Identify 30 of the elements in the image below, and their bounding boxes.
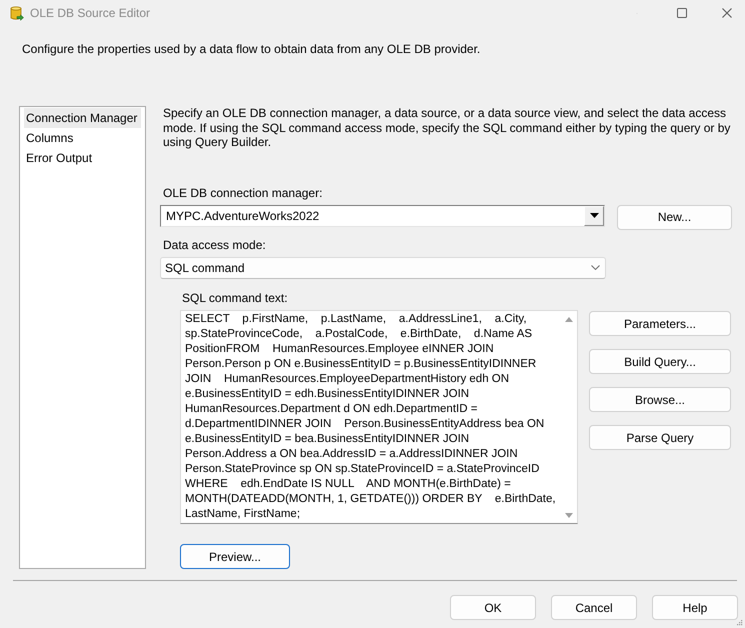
parse-query-button[interactable]: Parse Query [589, 425, 731, 450]
sidebar-item[interactable]: Columns [24, 128, 141, 148]
resize-grip-icon[interactable] [737, 620, 743, 626]
maximize-icon[interactable] [677, 8, 687, 18]
sidebar-item[interactable]: Error Output [24, 148, 141, 168]
description-text: Configure the properties used by a data flow to obtain data from any OLE DB provider. [22, 42, 482, 56]
sql-command-field[interactable]: SELECT p.FirstName, p.LastName, a.AddressLine1, a.City, sp.StateProvinceCode, a.PostalCode, e.BirthDate, d.Name AS PositionFROM HumanResources.Employee eINNER JOIN Person.Person p ON e.BusinessEntityID = p.BusinessEntityIDINNER JOIN HumanResources.EmployeeDepartmentHistory edh ON e.BusinessEntityID = edh.BusinessEntityIDINNER JOIN HumanResources.Department d ON edh.DepartmentID = d.DepartmentIDINNER JOIN Person.BusinessEntityAddress bea ON e.BusinessEntityID = bea.BusinessEntityIDINNER JOIN Person.Address a ON bea.AddressID = a.AddressIDINNER JOIN Person.StateProvince sp ON sp.StateProvinceID = a.StateProvinceID WHERE edh.EndDate IS NULL AND MONTH(e.BirthDate) = MONTH(DATEADD(MONTH, 1, GETDATE())) ORDER BY e.BirthDate, LastName, FirstName; [180, 310, 578, 524]
close-icon[interactable] [722, 8, 732, 18]
ok-button[interactable]: OK [450, 595, 536, 620]
browse-button[interactable]: Browse... [589, 387, 731, 412]
build-query-button[interactable]: Build Query... [589, 349, 731, 374]
caret-icon [590, 213, 598, 218]
field-label: Data access mode: [163, 238, 266, 252]
preview-button[interactable]: Preview... [180, 544, 290, 569]
dropdown-button[interactable] [584, 206, 604, 226]
new-button[interactable]: New... [617, 204, 732, 230]
scroll-up-icon[interactable] [565, 317, 573, 322]
scroll-down-icon[interactable] [565, 513, 573, 518]
cancel-button[interactable]: Cancel [551, 595, 637, 620]
instructions-text: Specify an OLE DB connection manager, a data source, or a data source view, and select the data access mode. If using the SQL command access mode, specify the SQL command either by typing the query or by using Query Builder. [163, 106, 732, 150]
parameters-button[interactable]: Parameters... [589, 311, 731, 336]
connection-manager-combo[interactable]: MYPC.AdventureWorks2022 [160, 204, 605, 226]
field-label: SQL command text: [182, 290, 288, 304]
help-button[interactable]: Help [652, 595, 738, 620]
sidebar-item[interactable]: Connection Manager [24, 108, 141, 128]
access-mode-dropdown[interactable]: SQL command [160, 256, 606, 278]
chevron-down-icon [591, 265, 600, 270]
window-title: OLE DB Source Editor [30, 6, 150, 20]
database-icon [10, 6, 24, 20]
field-label: OLE DB connection manager: [163, 186, 322, 200]
